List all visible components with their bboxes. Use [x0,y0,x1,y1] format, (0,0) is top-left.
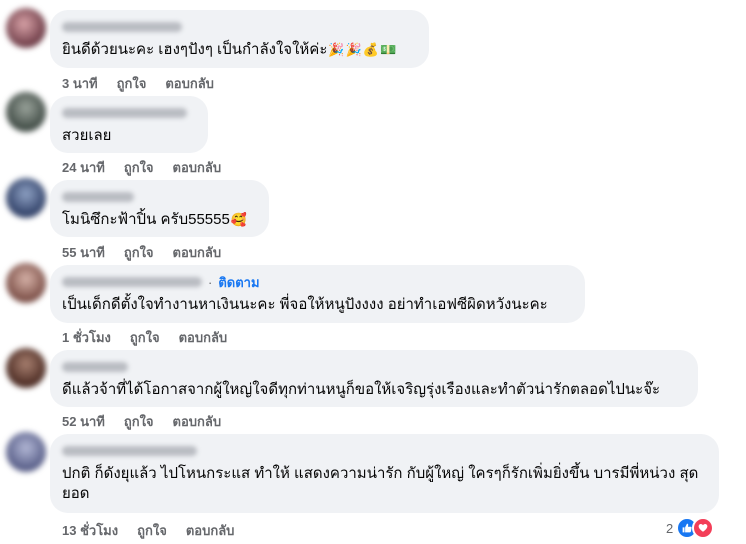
commenter-name[interactable] [62,277,202,287]
party-popper-emoji: 🎉 [328,42,345,58]
follow-button[interactable]: ติดตาม [218,272,259,293]
comment-actions: 3 นาที ถูกใจ ตอบกลับ [62,73,214,94]
comment-time[interactable]: 55 นาที [62,242,105,263]
comment-actions: 55 นาที ถูกใจ ตอบกลับ [62,242,221,263]
comment-bubble: โมนิซึกะฟ้าปิ้น ครับ55555🥰 [50,180,269,237]
like-button[interactable]: ถูกใจ [124,157,154,178]
commenter-name[interactable] [62,188,257,206]
commenter-name[interactable] [62,442,707,460]
commenter-name[interactable] [62,358,686,376]
party-popper-emoji: 🎉 [345,42,362,58]
banknote-emoji: 💵 [379,42,397,58]
comment-text: ดีแล้วจ้าที่ได้โอกาสจากผู้ใหญ่ใจดีทุกท่า… [62,381,661,398]
comment-bubble: · ติดตาม เป็นเด็กดีตั้งใจทำงานหาเงินนะคะ… [50,265,585,323]
comment-bubble: สวยเลย [50,96,208,153]
reply-button[interactable]: ตอบกลับ [165,73,214,94]
like-button[interactable]: ถูกใจ [124,242,154,263]
comment-time[interactable]: 24 นาที [62,157,105,178]
reply-button[interactable]: ตอบกลับ [173,242,222,263]
like-button[interactable]: ถูกใจ [137,520,167,541]
reply-button[interactable]: ตอบกลับ [173,411,222,432]
comment-actions: 24 นาที ถูกใจ ตอบกลับ [62,157,221,178]
reply-button[interactable]: ตอบกลับ [173,157,222,178]
avatar[interactable] [6,348,46,388]
commenter-name[interactable] [62,18,417,36]
separator-dot: · [208,274,213,290]
avatar[interactable] [6,92,46,132]
commenter-name[interactable] [62,104,196,122]
comment-text: ปกติ ก็ดังยุแล้ว ไปโหนกระแส ทำให้ แสดงคว… [62,465,699,502]
avatar[interactable] [6,263,46,303]
reaction-count: 2 [666,520,674,536]
like-button[interactable]: ถูกใจ [130,327,160,348]
comment-time[interactable]: 1 ชั่วโมง [62,327,111,348]
like-button[interactable]: ถูกใจ [124,411,154,432]
comment-time[interactable]: 3 นาที [62,73,98,94]
avatar[interactable] [6,178,46,218]
comment-actions: 52 นาที ถูกใจ ตอบกลับ [62,411,221,432]
reactions-summary[interactable]: 2 [666,517,715,539]
comment-actions: 13 ชั่วโมง ถูกใจ ตอบกลับ [62,520,234,541]
comment-time[interactable]: 13 ชั่วโมง [62,520,118,541]
comment-bubble: ดีแล้วจ้าที่ได้โอกาสจากผู้ใหญ่ใจดีทุกท่า… [50,350,698,407]
comment-bubble: ปกติ ก็ดังยุแล้ว ไปโหนกระแส ทำให้ แสดงคว… [50,434,719,513]
reply-button[interactable]: ตอบกลับ [179,327,228,348]
comment-text: ยินดีด้วยนะคะ เฮงๆปังๆ เป็นกำลังใจให้ค่ะ… [62,40,417,60]
comment-time[interactable]: 52 นาที [62,411,105,432]
like-button[interactable]: ถูกใจ [117,73,147,94]
avatar[interactable] [6,8,46,48]
money-bag-emoji: 💰 [362,42,379,58]
reply-button[interactable]: ตอบกลับ [186,520,235,541]
love-reaction-icon [692,517,715,539]
comment-text: เป็นเด็กดีตั้งใจทำงานหาเงินนะคะ พี่จอให้… [62,296,548,313]
comment-text: สวยเลย [62,127,112,144]
avatar[interactable] [6,432,46,472]
comment-text: โมนิซึกะฟ้าปิ้น ครับ55555🥰 [62,210,257,230]
comment-bubble: ยินดีด้วยนะคะ เฮงๆปังๆ เป็นกำลังใจให้ค่ะ… [50,10,429,68]
commenter-name-row: · ติดตาม [62,273,573,291]
smiling-face-with-hearts-emoji: 🥰 [230,212,248,228]
comment-actions: 1 ชั่วโมง ถูกใจ ตอบกลับ [62,327,227,348]
